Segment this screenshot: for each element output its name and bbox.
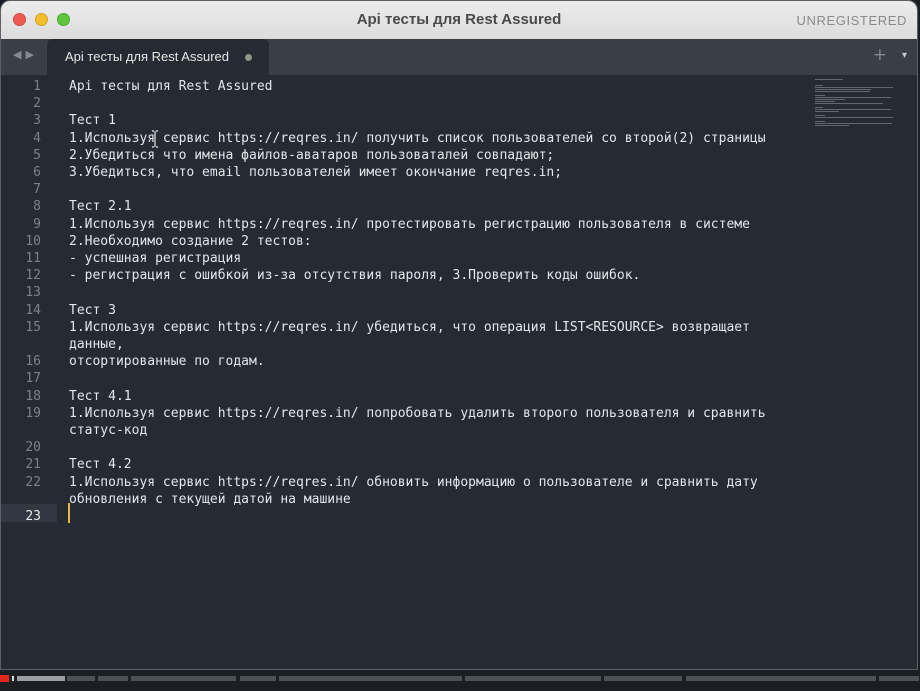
line-number: 21 xyxy=(25,457,41,473)
video-progress-bar[interactable] xyxy=(0,670,920,691)
line-text[interactable]: 1.Используя сервис https://reqres.in/ об… xyxy=(69,474,758,491)
editor-window: Api тесты для Rest Assured UNREGISTERED … xyxy=(0,0,918,670)
line-number: 13 xyxy=(25,285,41,301)
line-number: 16 xyxy=(25,354,41,370)
window-title: Api тесты для Rest Assured xyxy=(356,11,562,28)
line-number: 17 xyxy=(25,371,41,387)
line-text[interactable]: Тест 2.1 xyxy=(69,198,132,215)
line-text[interactable]: Тест 4.2 xyxy=(69,456,132,473)
line-number: 5 xyxy=(33,147,41,163)
tab-active-file[interactable]: Api тесты для Rest Assured xyxy=(47,39,269,75)
chevron-left-icon[interactable]: ◀ xyxy=(13,48,25,61)
line-number: 6 xyxy=(33,165,41,180)
line-number: 12 xyxy=(25,268,41,284)
unsaved-changes-dot-icon[interactable] xyxy=(245,54,252,61)
line-number: 3 xyxy=(33,113,41,129)
line-number: 11 xyxy=(25,251,41,266)
line-text[interactable]: 1.Используя сервис https://reqres.in/ по… xyxy=(69,405,766,422)
line-number: 4 xyxy=(33,130,41,146)
tab-bar: ◀▶ Api тесты для Rest Assured + ▾ xyxy=(1,39,917,75)
line-text[interactable]: статус-код xyxy=(69,422,147,439)
line-text[interactable]: 2.Необходимо создание 2 тестов: xyxy=(69,233,312,250)
line-text[interactable]: 2.Убедиться что имена файлов-аватаров по… xyxy=(69,147,554,164)
line-number: 14 xyxy=(25,302,41,318)
line-text[interactable]: - успешная регистрация xyxy=(69,250,241,267)
line-number: 20 xyxy=(25,440,41,456)
line-number: 19 xyxy=(25,405,41,421)
line-number: 22 xyxy=(25,474,41,490)
line-number: 15 xyxy=(25,319,41,335)
line-text[interactable]: Api тесты для Rest Assured xyxy=(69,78,273,95)
text-caret xyxy=(68,503,70,523)
new-tab-button[interactable]: + xyxy=(873,45,887,65)
line-number: 2 xyxy=(33,96,41,112)
title-bar[interactable]: Api тесты для Rest Assured UNREGISTERED xyxy=(1,1,917,40)
line-text[interactable]: - регистрация с ошибкой из-за отсутствия… xyxy=(69,267,640,284)
tab-label: Api тесты для Rest Assured xyxy=(65,49,229,64)
tab-menu-chevron-down-icon[interactable]: ▾ xyxy=(902,50,907,61)
line-text[interactable]: 3.Убедиться, что email пользователей име… xyxy=(69,164,562,181)
registration-status: UNREGISTERED xyxy=(796,13,907,28)
progress-played xyxy=(0,675,9,682)
line-number: 9 xyxy=(33,216,41,232)
line-number: 18 xyxy=(25,388,41,404)
line-text[interactable]: Тест 3 xyxy=(69,302,116,319)
minimap[interactable] xyxy=(815,79,895,149)
editor-area[interactable]: 1 Api тесты для Rest Assured 2 3 Тест 1 4 1.Ис… xyxy=(1,75,917,665)
line-number: 8 xyxy=(33,199,41,215)
line-text[interactable]: 1.Используя сервис https://reqres.in/ пр… xyxy=(69,216,750,233)
line-number: 7 xyxy=(33,182,41,198)
line-number: 1 xyxy=(33,79,41,94)
chevron-right-icon[interactable]: ▶ xyxy=(25,48,37,61)
tab-navigation: ◀▶ xyxy=(13,48,38,61)
line-text[interactable]: 1.Используя сервис https://reqres.in/ уб… xyxy=(69,319,750,336)
line-text[interactable]: данные, xyxy=(69,336,124,353)
ibeam-cursor-icon xyxy=(152,130,158,148)
line-text[interactable]: отсортированные по годам. xyxy=(69,353,265,370)
line-text[interactable]: Тест 1 xyxy=(69,112,116,129)
line-number: 23 xyxy=(25,509,41,524)
line-text[interactable]: обновления с текущей датой на машине xyxy=(69,491,351,508)
line-text[interactable]: Тест 4.1 xyxy=(69,388,132,405)
line-number: 10 xyxy=(25,233,41,249)
line-text[interactable]: 1.Используя сервис https://reqres.in/ по… xyxy=(69,130,766,147)
